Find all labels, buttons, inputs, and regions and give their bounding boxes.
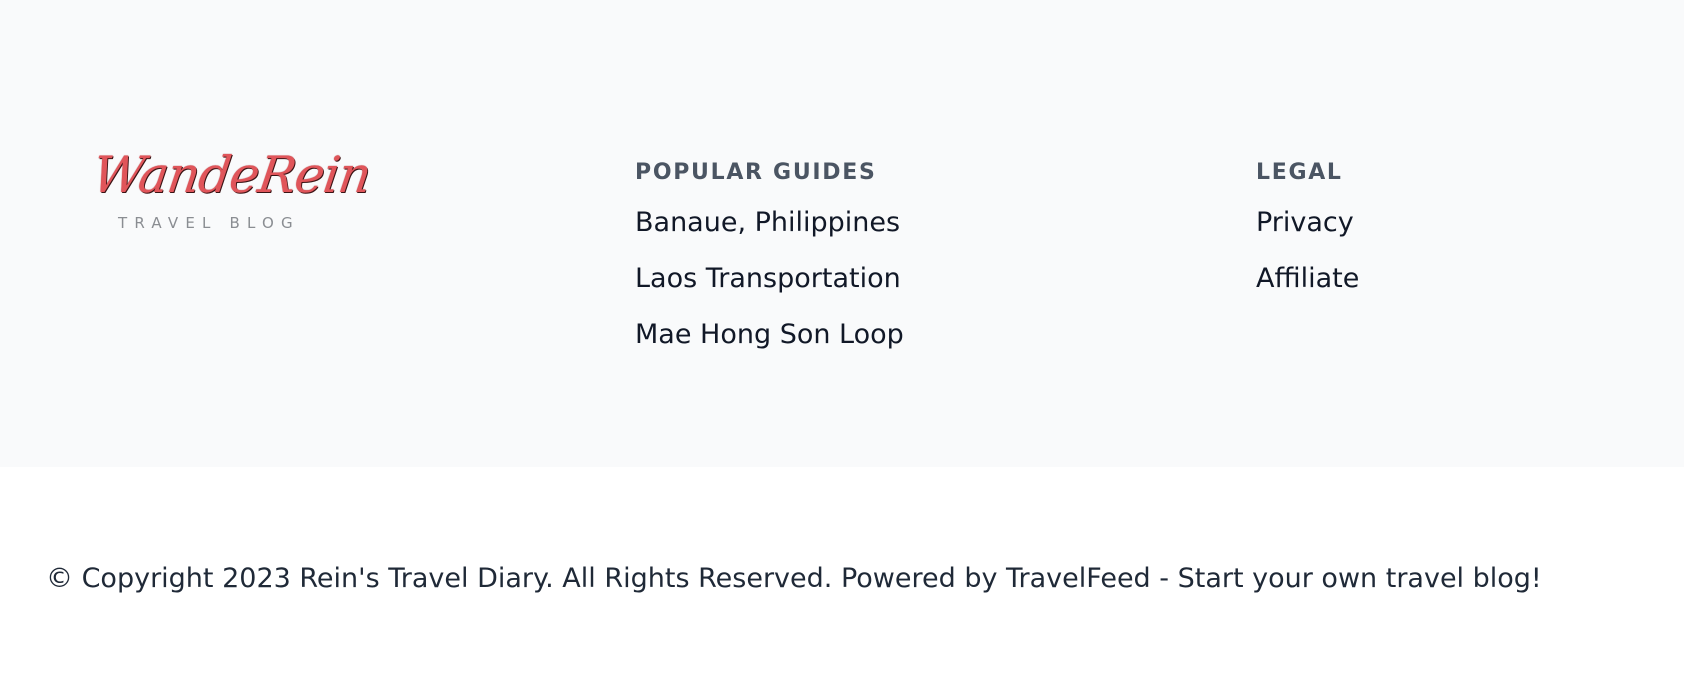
popular-guides-heading: POPULAR GUIDES: [635, 160, 877, 185]
list-item: Banaue, Philippines: [635, 206, 904, 240]
list-item: Mae Hong Son Loop: [635, 318, 904, 352]
guide-link-laos-transportation[interactable]: Laos Transportation: [635, 263, 901, 294]
popular-guides-list: Banaue, Philippines Laos Transportation …: [635, 206, 904, 352]
guide-link-banaue[interactable]: Banaue, Philippines: [635, 207, 900, 238]
logo-wordmark: WandeRein: [88, 146, 375, 204]
site-logo[interactable]: WandeRein TRAVEL BLOG: [89, 146, 374, 232]
list-item: Laos Transportation: [635, 262, 904, 296]
guide-link-mae-hong-son-loop[interactable]: Mae Hong Son Loop: [635, 319, 904, 350]
affiliate-link[interactable]: Affiliate: [1256, 263, 1359, 294]
legal-column: LEGAL Privacy Affiliate: [1256, 160, 1359, 296]
legal-heading: LEGAL: [1256, 160, 1343, 185]
list-item: Privacy: [1256, 206, 1359, 240]
privacy-link[interactable]: Privacy: [1256, 207, 1354, 238]
popular-guides-column: POPULAR GUIDES Banaue, Philippines Laos …: [635, 160, 904, 352]
list-item: Affiliate: [1256, 262, 1359, 296]
footer-top-section: WandeRein TRAVEL BLOG POPULAR GUIDES Ban…: [0, 0, 1684, 467]
legal-list: Privacy Affiliate: [1256, 206, 1359, 296]
copyright-notice: © Copyright 2023 Rein's Travel Diary. Al…: [46, 563, 1542, 594]
logo-tagline: TRAVEL BLOG: [118, 214, 300, 232]
